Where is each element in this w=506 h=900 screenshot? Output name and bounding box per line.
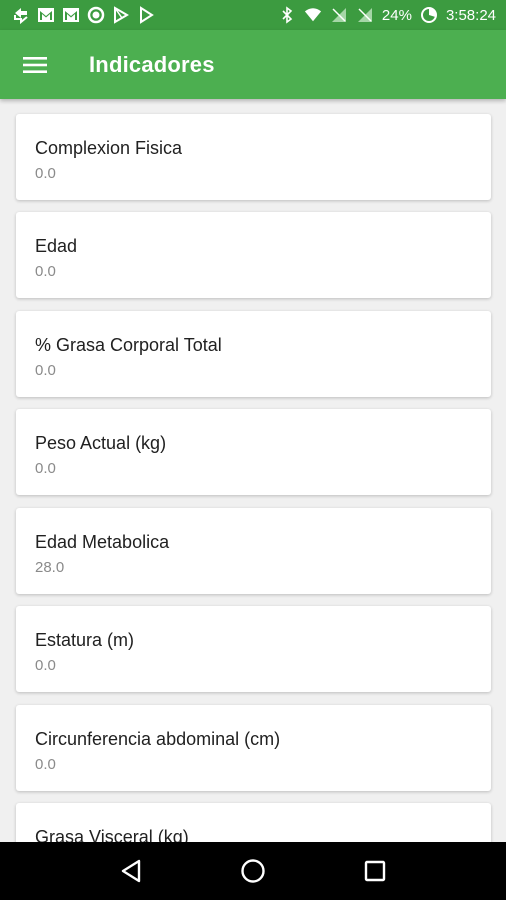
notification-icons [12, 6, 155, 24]
card-grasa-visceral[interactable]: Grasa Visceral (kg) [16, 803, 491, 842]
page-title: Indicadores [89, 51, 215, 77]
card-label: Estatura (m) [35, 630, 135, 650]
home-button[interactable] [228, 846, 278, 896]
back-button[interactable] [106, 846, 156, 896]
hamburger-menu-icon [23, 56, 47, 73]
card-label: Circunferencia abdominal (cm) [35, 729, 281, 749]
recents-button[interactable] [350, 846, 400, 896]
card-edad[interactable]: Edad 0.0 [16, 212, 491, 298]
card-value: 0.0 [35, 657, 56, 674]
app-bar: Indicadores [0, 30, 506, 99]
battery-saver-icon [420, 6, 438, 24]
play-icon [137, 6, 155, 24]
no-signal-icon [356, 6, 374, 24]
card-label: Complexion Fisica [35, 138, 183, 158]
card-edad-metabolica[interactable]: Edad Metabolica 28.0 [16, 508, 491, 594]
card-value: 0.0 [35, 362, 56, 379]
card-label: Peso Actual (kg) [35, 433, 167, 453]
battery-percent: 24% [381, 6, 412, 24]
card-circunferencia-abdominal[interactable]: Circunferencia abdominal (cm) 0.0 [16, 705, 491, 791]
card-label: Edad [35, 236, 78, 256]
system-icons: 24% 3:58:24 [278, 6, 496, 24]
card-label: % Grasa Corporal Total [35, 335, 222, 355]
status-bar: 24% 3:58:24 [0, 0, 506, 30]
card-label: Grasa Visceral (kg) [35, 827, 189, 842]
home-icon [241, 859, 265, 883]
navigation-bar [0, 842, 506, 900]
no-signal-icon [330, 6, 348, 24]
card-peso-actual[interactable]: Peso Actual (kg) 0.0 [16, 409, 491, 495]
gmail-icon [37, 6, 55, 24]
card-value: 0.0 [35, 756, 56, 773]
card-complexion-fisica[interactable]: Complexion Fisica 0.0 [16, 114, 491, 200]
card-grasa-corporal-total[interactable]: % Grasa Corporal Total 0.0 [16, 311, 491, 397]
card-value: 0.0 [35, 460, 56, 477]
play-store-icon [112, 6, 130, 24]
menu-button[interactable] [17, 47, 53, 83]
indicators-list[interactable]: Complexion Fisica 0.0 Edad 0.0 % Grasa C… [0, 99, 506, 842]
card-estatura[interactable]: Estatura (m) 0.0 [16, 606, 491, 692]
circle-notification-icon [87, 6, 105, 24]
gmail-icon [62, 6, 80, 24]
bluetooth-icon [278, 6, 296, 24]
status-time: 3:58:24 [445, 6, 496, 24]
sync-icon [12, 6, 30, 24]
card-value: 28.0 [35, 559, 65, 576]
card-value: 0.0 [35, 165, 56, 182]
card-label: Edad Metabolica [35, 532, 170, 552]
card-value: 0.0 [35, 263, 56, 280]
back-icon [121, 859, 141, 883]
recents-icon [364, 860, 386, 882]
wifi-icon [304, 6, 322, 24]
